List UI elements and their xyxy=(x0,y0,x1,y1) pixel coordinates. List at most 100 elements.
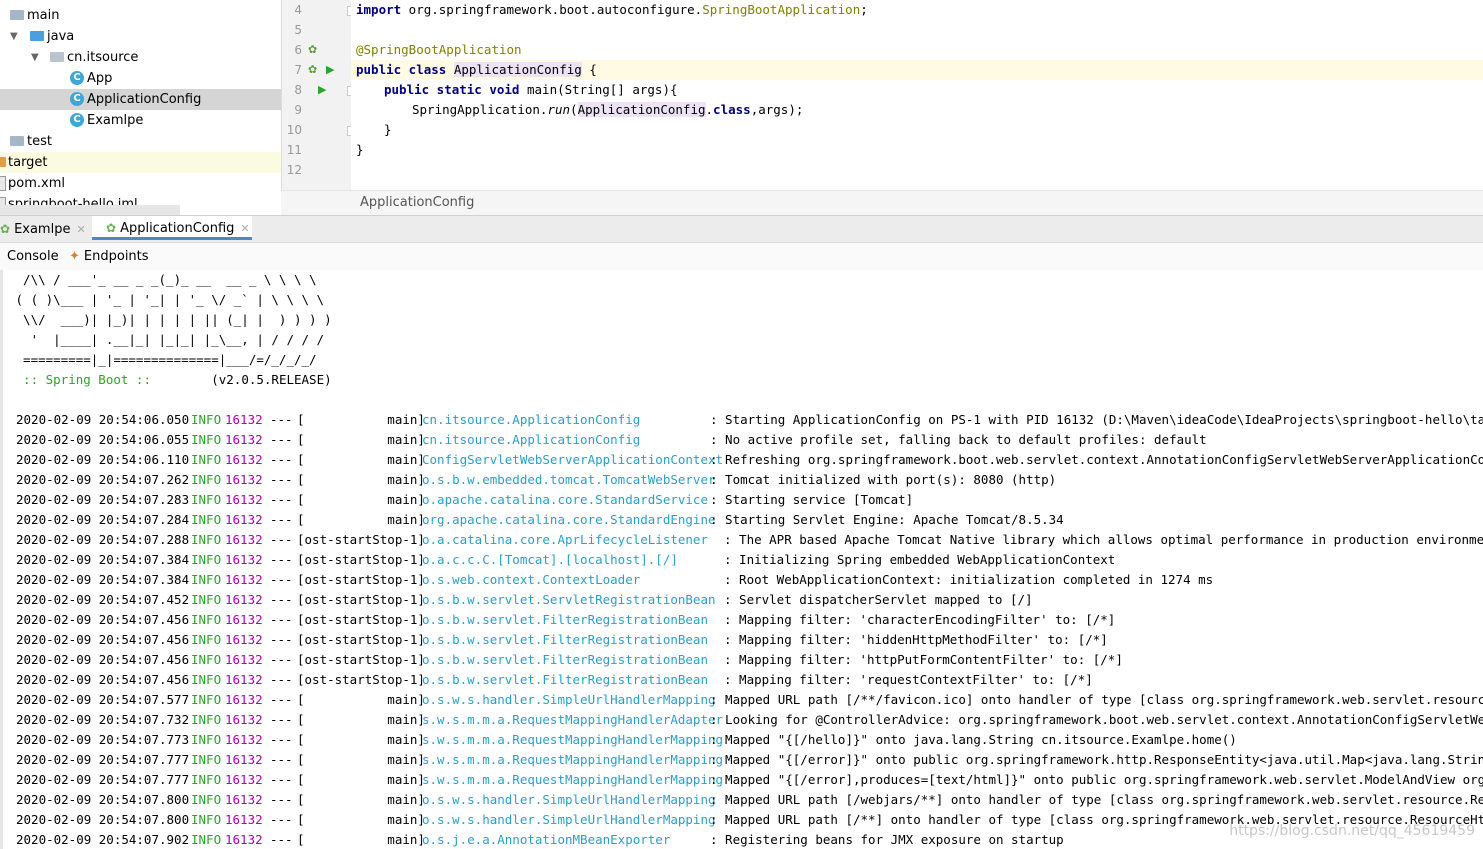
log-msg: : Mapping filter: 'hiddenHttpMethodFilte… xyxy=(724,632,1108,647)
tree-item-main[interactable]: main xyxy=(0,5,281,26)
log-logger[interactable]: cn.itsource.ApplicationConfig xyxy=(422,430,640,450)
log-pid: 16132 xyxy=(225,812,263,827)
breadcrumb-item[interactable]: ApplicationConfig xyxy=(360,191,474,215)
log-logger[interactable]: o.s.j.e.a.AnnotationMBeanExporter xyxy=(422,830,670,849)
spring-bean-icon[interactable]: ✿ xyxy=(308,60,317,80)
line-number: 4 xyxy=(294,3,302,17)
log-sep: --- xyxy=(270,692,293,707)
log-line: 2020-02-09 20:54:06.110 INFO 16132 --- [ mai… xyxy=(16,450,1483,470)
log-logger[interactable]: o.s.b.w.embedded.tomcat.TomcatWebServer xyxy=(422,470,716,490)
log-logger[interactable]: s.w.s.m.m.a.RequestMappingHandlerMapping xyxy=(422,750,723,770)
log-logger[interactable]: o.a.c.c.C.[Tomcat].[localhost].[/] xyxy=(422,550,678,570)
log-thread: [ost-startStop-1] xyxy=(297,572,425,587)
log-sep: --- xyxy=(270,592,293,607)
horizontal-scrollbar[interactable] xyxy=(0,205,180,215)
log-thread: [ost-startStop-1] xyxy=(297,612,425,627)
log-pid: 16132 xyxy=(225,752,263,767)
log-logger[interactable]: org.apache.catalina.core.StandardEngine xyxy=(422,510,716,530)
log-thread: [ main] xyxy=(297,492,425,507)
log-line: 2020-02-09 20:54:07.577 INFO 16132 --- [ mai… xyxy=(16,690,1483,710)
tree-item-applicationconfig[interactable]: C ApplicationConfig xyxy=(0,89,281,110)
log-logger[interactable]: o.apache.catalina.core.StandardService xyxy=(422,490,708,510)
tree-item-examlpe[interactable]: C Examlpe xyxy=(0,110,281,131)
tree-item-test[interactable]: test xyxy=(0,131,281,152)
tree-item-label: main xyxy=(27,8,60,23)
tree-item-label: target xyxy=(8,155,48,170)
run-tab-examlpe[interactable]: ✿ Examlpe ✕ xyxy=(0,216,90,243)
folder-icon xyxy=(10,10,24,20)
tree-item-java[interactable]: ▼ java xyxy=(0,26,281,47)
run-icon[interactable]: ▶ xyxy=(326,60,334,80)
editor-gutter: 4 5 6 7 8 9 10 11 12 ✿ ✿ ▶ ▶ xyxy=(281,0,357,190)
log-level: INFO xyxy=(191,532,222,547)
banner-line: ' |____| .__|_| |_|_| |_\__, | / / / / xyxy=(8,332,325,347)
log-logger[interactable]: o.s.w.s.handler.SimpleUrlHandlerMapping xyxy=(422,790,716,810)
log-ts: 2020-02-09 20:54:07.284 xyxy=(16,512,190,527)
log-logger[interactable]: s.w.s.m.m.a.RequestMappingHandlerMapping xyxy=(422,770,723,790)
code-line-6: @SpringBootApplication xyxy=(356,42,522,57)
log-msg: : No active profile set, falling back to… xyxy=(710,432,1207,447)
console-output[interactable]: /\\ / ___'_ __ _ _(_)_ __ __ _ \ \ \ \ (… xyxy=(0,270,1483,849)
log-msg: : Initializing Spring embedded WebApplic… xyxy=(724,552,1116,567)
log-ts: 2020-02-09 20:54:07.732 xyxy=(16,712,190,727)
tab-console[interactable]: Console xyxy=(7,243,59,270)
tree-item-target[interactable]: target xyxy=(0,152,281,173)
log-line: 2020-02-09 20:54:07.777 INFO 16132 --- [ mai… xyxy=(16,770,1483,790)
log-msg: : Mapped "{[/error]}" onto public org.sp… xyxy=(710,752,1483,767)
log-logger[interactable]: o.s.w.s.handler.SimpleUrlHandlerMapping xyxy=(422,690,716,710)
log-line: 2020-02-09 20:54:07.384 INFO 16132 --- [ost-… xyxy=(16,550,1483,570)
tree-item-label: ApplicationConfig xyxy=(87,92,202,107)
chevron-down-icon[interactable]: ▼ xyxy=(31,47,39,68)
maven-file-icon xyxy=(0,176,6,191)
log-ts: 2020-02-09 20:54:07.262 xyxy=(16,472,190,487)
log-msg: : The APR based Apache Tomcat Native lib… xyxy=(724,532,1483,547)
line-number: 10 xyxy=(286,123,302,137)
log-level: INFO xyxy=(191,812,222,827)
run-icon[interactable]: ▶ xyxy=(318,80,326,100)
log-ts: 2020-02-09 20:54:07.456 xyxy=(16,612,190,627)
log-line: 2020-02-09 20:54:07.773 INFO 16132 --- [ mai… xyxy=(16,730,1483,750)
run-tab-applicationconfig[interactable]: ✿ ApplicationConfig ✕ xyxy=(92,216,252,240)
log-level: INFO xyxy=(191,492,222,507)
log-logger[interactable]: cn.itsource.ApplicationConfig xyxy=(422,410,640,430)
log-logger[interactable]: o.s.b.w.servlet.FilterRegistrationBean xyxy=(422,650,708,670)
log-msg: : Mapping filter: 'characterEncodingFilt… xyxy=(724,612,1116,627)
log-logger[interactable]: s.w.s.m.m.a.RequestMappingHandlerAdapter xyxy=(422,710,723,730)
log-line: 2020-02-09 20:54:06.050 INFO 16132 --- [ mai… xyxy=(16,410,1483,430)
log-logger[interactable]: o.s.b.w.servlet.FilterRegistrationBean xyxy=(422,610,708,630)
code-editor[interactable]: import org.springframework.boot.autoconf… xyxy=(351,0,1483,190)
log-logger[interactable]: s.w.s.m.m.a.RequestMappingHandlerMapping xyxy=(422,730,723,750)
log-logger[interactable]: o.s.b.w.servlet.FilterRegistrationBean xyxy=(422,670,708,690)
spring-bean-icon[interactable]: ✿ xyxy=(308,40,317,60)
log-sep: --- xyxy=(270,672,293,687)
log-logger[interactable]: ConfigServletWebServerApplicationContext xyxy=(422,450,723,470)
close-icon[interactable]: ✕ xyxy=(240,222,249,235)
log-level: INFO xyxy=(191,572,222,587)
log-ts: 2020-02-09 20:54:07.452 xyxy=(16,592,190,607)
log-msg: : Tomcat initialized with port(s): 8080 … xyxy=(710,472,1057,487)
log-logger[interactable]: o.s.b.w.servlet.FilterRegistrationBean xyxy=(422,630,708,650)
log-pid: 16132 xyxy=(225,572,263,587)
log-logger[interactable]: o.s.b.w.servlet.ServletRegistrationBean xyxy=(422,590,716,610)
tab-endpoints[interactable]: ✦ Endpoints xyxy=(69,243,149,270)
log-thread: [ main] xyxy=(297,732,425,747)
spring-run-icon: ✿ xyxy=(106,221,117,235)
log-msg: : Root WebApplicationContext: initializa… xyxy=(724,572,1214,587)
chevron-down-icon[interactable]: ▼ xyxy=(10,26,18,47)
banner-line: /\\ / ___'_ __ _ _(_)_ __ __ _ \ \ \ \ xyxy=(8,272,317,287)
tree-item-cn-itsource[interactable]: ▼ cn.itsource xyxy=(0,47,281,68)
tree-item-pom[interactable]: pom.xml xyxy=(0,173,281,194)
tree-item-app[interactable]: C App xyxy=(0,68,281,89)
log-logger[interactable]: o.s.web.context.ContextLoader xyxy=(422,570,640,590)
log-sep: --- xyxy=(270,832,293,847)
close-icon[interactable]: ✕ xyxy=(76,223,85,236)
log-ts: 2020-02-09 20:54:07.773 xyxy=(16,732,190,747)
log-pid: 16132 xyxy=(225,532,263,547)
log-thread: [ost-startStop-1] xyxy=(297,672,425,687)
log-logger[interactable]: o.a.catalina.core.AprLifecycleListener xyxy=(422,530,708,550)
log-level: INFO xyxy=(191,452,222,467)
log-sep: --- xyxy=(270,532,293,547)
log-msg: : Starting service [Tomcat] xyxy=(710,492,914,507)
log-level: INFO xyxy=(191,552,222,567)
log-logger[interactable]: o.s.w.s.handler.SimpleUrlHandlerMapping xyxy=(422,810,716,830)
